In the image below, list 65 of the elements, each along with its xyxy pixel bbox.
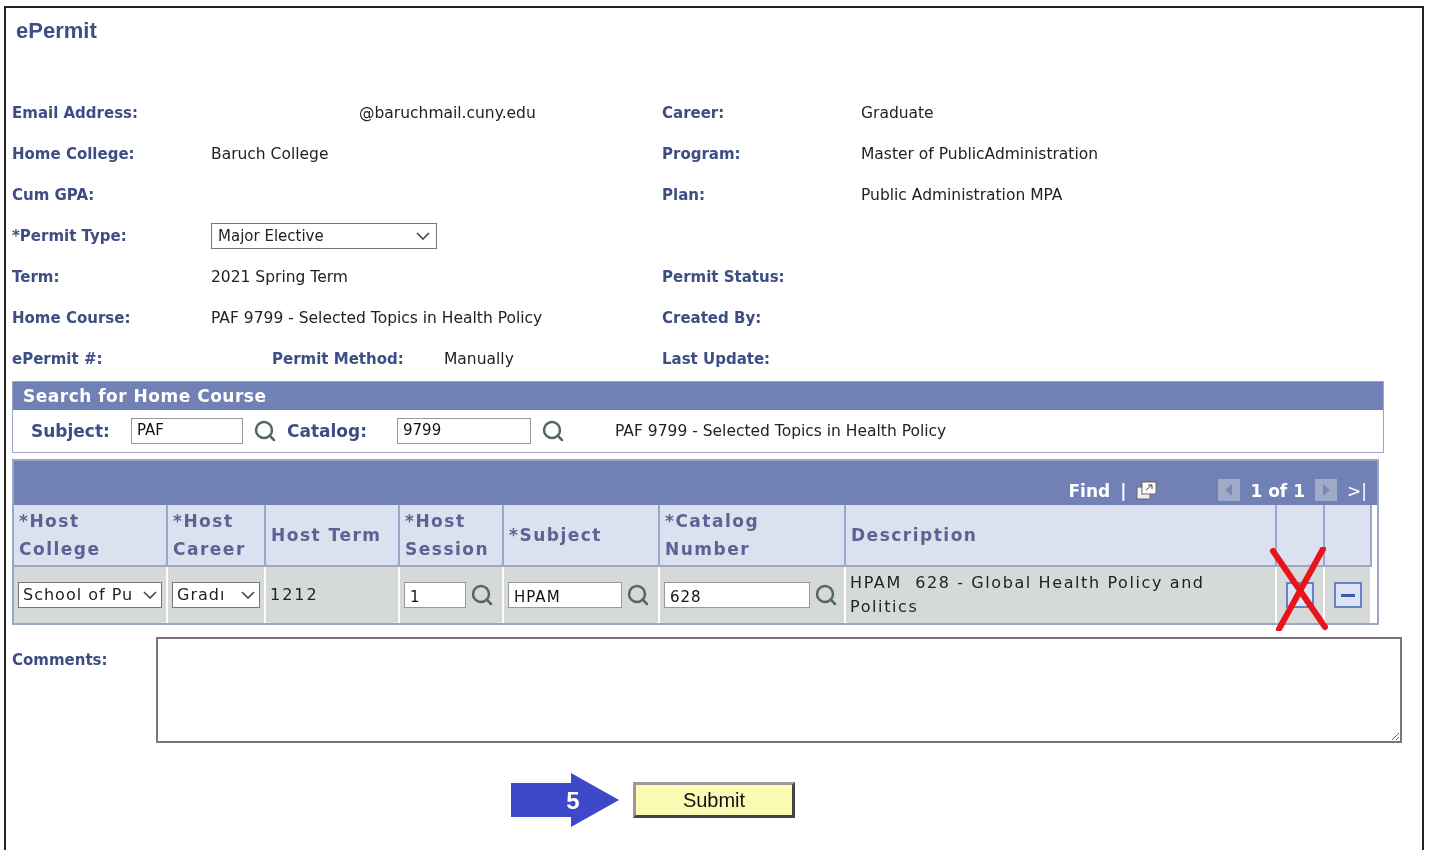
field-value: Master of PublicAdministration (861, 144, 1099, 163)
minus-icon (1340, 593, 1355, 597)
field-label: Subject: (31, 421, 111, 441)
find-link[interactable]: Find (1068, 481, 1111, 501)
submit-button[interactable]: Submit (633, 782, 795, 818)
delete-row-button[interactable] (1333, 582, 1362, 608)
search-icon[interactable] (470, 583, 494, 607)
column-header: *Host Session (400, 505, 504, 567)
search-icon[interactable] (626, 583, 650, 607)
subject-input[interactable]: PAF (131, 418, 243, 444)
field-value: PAF 9799 - Selected Topics in Health Policy (211, 308, 543, 327)
last-page-link[interactable]: >| (1347, 481, 1367, 501)
column-header: Host Term (266, 505, 400, 567)
search-icon[interactable] (541, 419, 565, 443)
column-header: *Subject (504, 505, 660, 567)
field-value: Graduate (861, 103, 934, 122)
field-label: Plan: (662, 185, 706, 204)
course-description: PAF 9799 - Selected Topics in Health Policy (615, 422, 947, 440)
field-label: Catalog: (287, 421, 369, 441)
column-header: *Host College (14, 505, 168, 567)
catalog-input[interactable]: 628 (664, 582, 810, 608)
field-label: ePermit #: (12, 349, 104, 368)
field-value: Baruch College (211, 144, 329, 163)
field-label: Last Update: (662, 349, 772, 368)
field-label: Comments: (12, 650, 109, 671)
field-label: Email Address: (12, 103, 139, 122)
page-count: 1 of 1 (1250, 481, 1305, 501)
field-label: Program: (662, 144, 742, 163)
field-label: Term: (12, 267, 61, 286)
column-header: Description (846, 505, 1277, 567)
field-value: @baruchmail.cuny.edu (358, 103, 536, 122)
section-header: Search for Home Course (13, 382, 1383, 410)
field-value: Public Administration MPA (861, 185, 1063, 204)
field-value: Manually (444, 349, 514, 368)
page-title: ePermit (16, 18, 98, 44)
comments-field[interactable] (156, 637, 1402, 743)
host-college-dropdown[interactable]: School of Pu (18, 582, 162, 608)
field-label: Created By: (662, 308, 763, 327)
new-window-icon[interactable] (1136, 481, 1159, 501)
subject-input[interactable]: HPAM (508, 582, 622, 608)
field-label: *Permit Type: (12, 226, 128, 245)
column-header (1277, 505, 1325, 567)
field-label: Permit Status: (662, 267, 786, 286)
caret-icon (143, 591, 157, 599)
column-header (1325, 505, 1372, 567)
field-label: Cum GPA: (12, 185, 96, 204)
catalog-input[interactable]: 9799 (397, 418, 531, 444)
column-header: *Host Career (168, 505, 266, 567)
field-value: 2021 Spring Term (211, 267, 348, 286)
caret-icon (241, 591, 255, 599)
field-label: Home College: (12, 144, 136, 163)
host-career-dropdown[interactable]: Gradı (172, 582, 260, 608)
table-cell: 1212 (266, 567, 400, 623)
table-cell: HPAM 628 - Global Health Policy and Politics (846, 567, 1277, 623)
field-label: Permit Method: (271, 349, 405, 368)
field-label: Home Course: (12, 308, 132, 327)
search-icon[interactable] (253, 419, 277, 443)
column-header: *Catalog Number (660, 505, 846, 567)
arrow-marker: 5 (509, 771, 621, 829)
field-label: Career: (662, 103, 726, 122)
separator: | (1120, 481, 1127, 501)
search-icon[interactable] (814, 583, 838, 607)
session-input[interactable]: 1 (404, 582, 466, 608)
permit-type-dropdown[interactable]: Major Elective (211, 222, 437, 249)
caret-icon (416, 231, 430, 240)
